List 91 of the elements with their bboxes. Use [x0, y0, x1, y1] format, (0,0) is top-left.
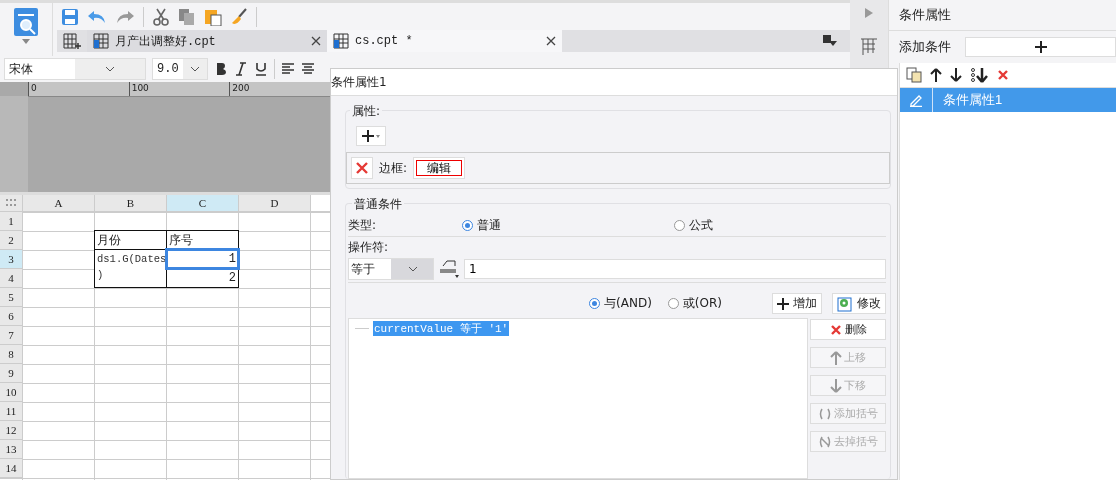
value-field[interactable]: 1: [464, 259, 886, 279]
operator-label: 操作符:: [348, 239, 389, 256]
row-header[interactable]: 1: [0, 212, 23, 231]
radio-dot[interactable]: [462, 220, 474, 231]
dropdown-menu-icon[interactable]: [822, 34, 838, 48]
pencil-icon: [909, 93, 923, 107]
close-icon[interactable]: [546, 36, 556, 46]
file-tab[interactable]: 月产出调整好.cpt: [87, 30, 327, 52]
close-icon[interactable]: [311, 36, 321, 46]
caret-icon[interactable]: [22, 39, 30, 44]
paste-icon[interactable]: [204, 7, 222, 26]
italic-icon[interactable]: [234, 62, 248, 76]
table-cell[interactable]: 月份: [94, 230, 167, 250]
new-tab-icon[interactable]: [63, 32, 81, 50]
section-legend: 普通条件: [352, 196, 404, 213]
plus-icon: [1034, 41, 1047, 53]
up-arrow-icon[interactable]: [930, 68, 942, 82]
report-icon[interactable]: [13, 7, 39, 37]
operator-select[interactable]: 等于: [348, 258, 434, 280]
row-header[interactable]: 10: [0, 383, 23, 402]
save-icon[interactable]: [61, 7, 79, 26]
plus-icon: [362, 129, 380, 143]
grid-settings-icon[interactable]: [860, 38, 878, 56]
chevron-down-icon: [408, 266, 418, 272]
align-center-icon[interactable]: [301, 62, 315, 76]
row-header[interactable]: 14: [0, 459, 23, 478]
copy-icon[interactable]: [178, 7, 196, 26]
brush-icon[interactable]: [230, 7, 248, 26]
font-select[interactable]: 宋体: [4, 58, 146, 80]
value-type-icon[interactable]: [438, 259, 460, 279]
align-left-icon[interactable]: [281, 62, 295, 76]
add-condition-label: 添加条件: [899, 38, 951, 56]
row-header[interactable]: 9: [0, 364, 23, 383]
column-header[interactable]: C: [167, 195, 239, 212]
radio-dot[interactable]: [589, 298, 601, 309]
row-header[interactable]: 12: [0, 421, 23, 440]
row-header[interactable]: 2: [0, 231, 23, 250]
radio-button[interactable]: 或(OR): [667, 295, 722, 312]
table-cell[interactable]: ds1.G(Dates ): [94, 249, 167, 288]
radio-dot[interactable]: [667, 298, 679, 309]
row-header[interactable]: 11: [0, 402, 23, 421]
column-header[interactable]: A: [23, 195, 95, 212]
row-header[interactable]: 5: [0, 288, 23, 307]
table-cell[interactable]: 序号: [166, 230, 239, 250]
row-header[interactable]: 6: [0, 307, 23, 326]
font-size-select[interactable]: 9.0: [152, 58, 208, 80]
panel-title: 条件属性: [889, 0, 1116, 31]
copy-icon[interactable]: [906, 67, 922, 83]
edit-button[interactable]: 编辑: [413, 157, 466, 179]
type-label: 类型:: [348, 217, 378, 234]
undo-icon[interactable]: [87, 8, 107, 25]
grid-corner-icon: [6, 199, 16, 207]
column-header[interactable]: B: [95, 195, 167, 212]
radio-button[interactable]: 普通: [462, 217, 502, 234]
modify-button[interactable]: 修改: [832, 293, 886, 314]
delete-icon[interactable]: [996, 68, 1010, 82]
grid-file-icon: [93, 33, 109, 49]
table-cell[interactable]: 1: [166, 249, 239, 269]
row-header[interactable]: 3: [0, 250, 23, 269]
ruler-tick-label: 100: [128, 82, 230, 96]
radio-button[interactable]: 与(AND): [589, 295, 652, 312]
dialog-title: 条件属性1: [331, 73, 387, 91]
move-bottom-icon[interactable]: [970, 67, 988, 83]
delete-icon: [354, 160, 370, 176]
ruler-tick-label: 0: [28, 82, 129, 96]
chevron-down-icon: [105, 66, 115, 72]
row-header[interactable]: 13: [0, 440, 23, 459]
bold-icon[interactable]: [214, 62, 228, 76]
cut-icon[interactable]: [152, 7, 170, 26]
underline-icon[interactable]: [254, 62, 268, 76]
radio-dot[interactable]: [674, 220, 686, 231]
list-action-button[interactable]: 删除: [810, 319, 886, 340]
add-attribute-button[interactable]: [356, 126, 386, 146]
table-cell[interactable]: 2: [166, 268, 239, 288]
delete-icon[interactable]: [829, 322, 843, 337]
section-legend: 属性:: [350, 103, 383, 120]
add-button[interactable]: 增加: [772, 293, 822, 314]
chevron-down-icon: [189, 66, 200, 72]
grid-file-icon: [333, 33, 349, 49]
attribute-label: 边框:: [379, 159, 408, 177]
row-header[interactable]: 8: [0, 345, 23, 364]
column-header[interactable]: D: [239, 195, 311, 212]
expand-icon[interactable]: [865, 8, 873, 18]
plus-icon: [777, 297, 789, 310]
file-tab[interactable]: cs.cpt *: [327, 30, 562, 52]
down-arrow-icon[interactable]: [950, 68, 962, 82]
redo-icon[interactable]: [115, 8, 135, 25]
remove-button[interactable]: [351, 157, 373, 179]
row-header[interactable]: 4: [0, 269, 23, 288]
row-header[interactable]: 7: [0, 326, 23, 345]
radio-button[interactable]: 公式: [674, 217, 714, 234]
